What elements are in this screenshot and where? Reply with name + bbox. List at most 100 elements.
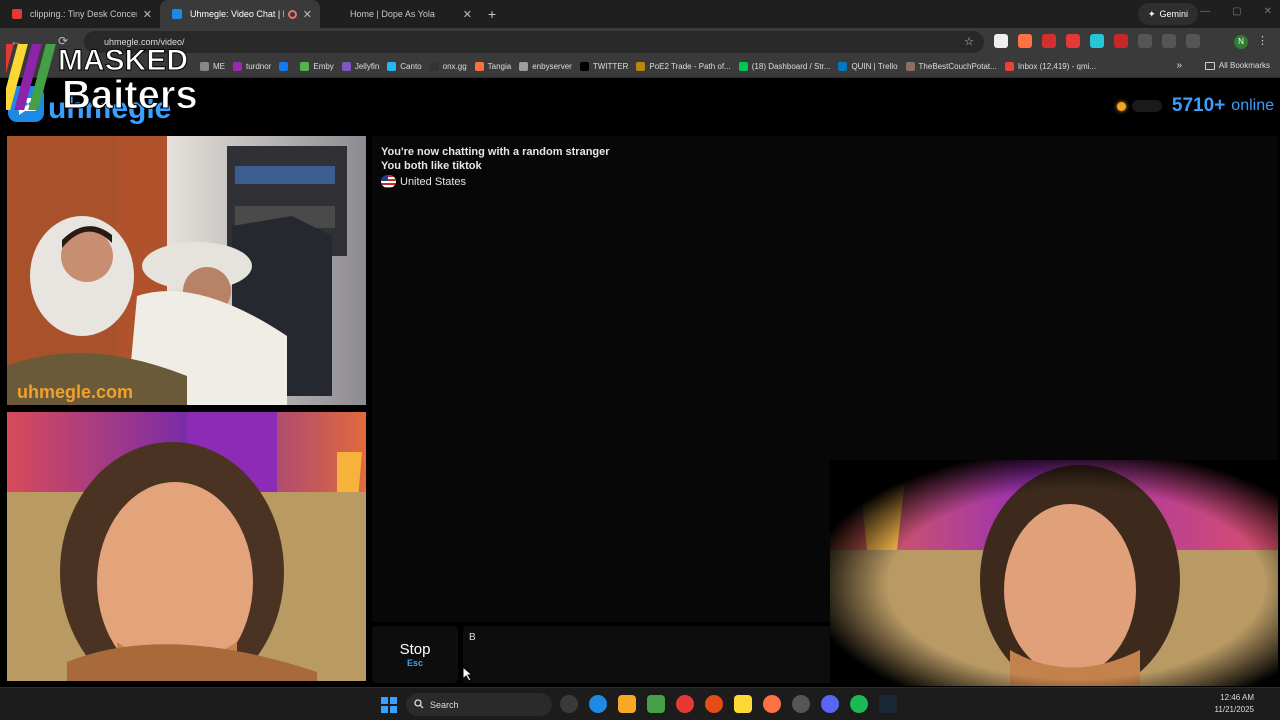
browser-tab[interactable]: clipping.: Tiny Desk Concert - Y ✕ — [0, 0, 160, 28]
all-bookmarks-button[interactable]: All Bookmarks — [1204, 61, 1270, 70]
tab-title: Home | Dope As Yola — [350, 9, 435, 19]
browser-menu-icon[interactable]: ⋮ — [1257, 34, 1268, 47]
close-tab-icon[interactable]: ✕ — [143, 8, 152, 21]
split-view-icon[interactable] — [1162, 34, 1176, 48]
bookmark-star-icon[interactable]: ☆ — [964, 35, 974, 48]
bookmark-item[interactable] — [279, 62, 292, 71]
extension-badge-icon[interactable] — [1042, 34, 1056, 48]
bookmark-favicon-icon — [636, 62, 646, 71]
bookmark-label: QUIN | Trello — [851, 62, 898, 71]
uhmegle-page: uhmegle 5710+ online uhmegle.com You're … — [0, 78, 1280, 687]
media-app-icon[interactable] — [647, 695, 665, 713]
close-tab-icon[interactable]: ✕ — [303, 8, 312, 21]
bookmark-label: Canto — [400, 62, 422, 71]
bookmark-label: Emby — [313, 62, 334, 71]
system-message: You're now chatting with a random strang… — [381, 146, 610, 158]
uhmegle-favicon-icon — [172, 9, 182, 19]
taskbar-search[interactable]: Search — [406, 693, 552, 716]
clock-date: 11/21/2025 — [1214, 705, 1254, 714]
sticky-notes-icon[interactable] — [734, 695, 752, 713]
online-count: 5710+ — [1171, 95, 1226, 116]
masked-baiters-logo: MASKED Baiters — [6, 44, 198, 116]
bookmark-item[interactable]: QUIN | Trello — [838, 62, 898, 71]
baiters-text: Baiters — [62, 73, 198, 116]
bookmark-label: Tangia — [487, 62, 512, 71]
bookmark-label: PoE2 Trade - Path of... — [649, 62, 731, 71]
reading-list-icon[interactable] — [1186, 34, 1200, 48]
us-flag-icon — [381, 175, 396, 188]
extension-youtube-icon[interactable] — [1066, 34, 1080, 48]
bookmark-label: (18) Dashboard / Str... — [751, 62, 831, 71]
extension-k-icon[interactable] — [994, 34, 1008, 48]
file-explorer-icon[interactable] — [618, 695, 636, 713]
webcam-overlay — [830, 460, 1278, 686]
extension-tag-icon[interactable] — [1090, 34, 1104, 48]
minimize-icon[interactable]: — — [1200, 6, 1210, 17]
online-label: online — [1231, 97, 1274, 114]
bookmark-item[interactable]: onx.gg — [429, 62, 467, 71]
taskbar-apps — [560, 695, 897, 713]
bookmark-favicon-icon — [341, 62, 351, 71]
steam-icon[interactable] — [879, 695, 897, 713]
browser-tab[interactable]: Home | Dope As Yola ✕ — [320, 0, 480, 28]
youtube-favicon-icon — [12, 9, 22, 19]
more-bookmarks-button[interactable]: » — [1176, 60, 1182, 71]
clock-time: 12:46 AM — [1220, 693, 1254, 702]
bookmark-label: TWITTER — [592, 62, 629, 71]
extensions-puzzle-icon[interactable] — [1138, 34, 1152, 48]
bookmark-item[interactable]: PoE2 Trade - Path of... — [636, 62, 731, 71]
new-tab-button[interactable]: + — [480, 6, 504, 22]
extension-bug-icon[interactable] — [1018, 34, 1032, 48]
stop-button[interactable]: Stop Esc — [372, 626, 458, 683]
self-video — [7, 412, 366, 681]
bookmark-item[interactable]: TWITTER — [579, 62, 629, 71]
bookmark-favicon-icon — [579, 62, 589, 71]
profile-avatar[interactable]: N — [1234, 35, 1248, 49]
extension-red-icon[interactable] — [1114, 34, 1128, 48]
bookmark-item[interactable]: turdnor — [233, 62, 271, 71]
bookmark-item[interactable]: Tangia — [474, 62, 512, 71]
edge-icon[interactable] — [589, 695, 607, 713]
bookmark-item[interactable]: Canto — [387, 62, 422, 71]
basketball-icon[interactable] — [705, 695, 723, 713]
bookmark-label: enbyserver — [532, 62, 572, 71]
bookmark-item[interactable]: Jellyfin — [341, 62, 379, 71]
bookmark-list: ME turdnor Emby Jellyfin Canto onx.gg Tangia en… — [200, 62, 1096, 71]
folder-icon — [1204, 61, 1215, 70]
bookmark-item[interactable]: TheBestCouchPotat... — [905, 62, 997, 71]
browser-tab-active[interactable]: Uhmegle: Video Chat | Ran ✕ — [160, 0, 320, 28]
sparkle-icon: ✦ — [1147, 8, 1156, 19]
theme-sun-icon[interactable] — [1116, 101, 1126, 111]
windows-start-icon[interactable] — [381, 697, 397, 713]
bookmark-favicon-icon — [738, 62, 748, 71]
close-window-icon[interactable]: ✕ — [1264, 6, 1272, 17]
stranger-video: uhmegle.com — [7, 136, 366, 405]
message-input[interactable]: B — [463, 626, 833, 683]
bookmark-item[interactable]: (18) Dashboard / Str... — [738, 62, 831, 71]
stranger-watermark: uhmegle.com — [17, 382, 133, 402]
bookmark-favicon-icon — [474, 62, 484, 71]
spotify-icon[interactable] — [850, 695, 868, 713]
bookmark-favicon-icon — [429, 62, 439, 71]
bookmark-item[interactable]: Inbox (12,419) - qmi... — [1004, 62, 1096, 71]
app-icon[interactable] — [792, 695, 810, 713]
discord-icon[interactable] — [821, 695, 839, 713]
window-controls: — ▢ ✕ — [1200, 6, 1272, 17]
bookmark-item[interactable]: Emby — [300, 62, 334, 71]
search-icon — [414, 699, 424, 709]
maximize-icon[interactable]: ▢ — [1232, 6, 1241, 17]
bookmark-item[interactable]: enbyserver — [519, 62, 572, 71]
theme-toggle[interactable] — [1131, 100, 1162, 112]
windows-taskbar: Search 12:46 AM 11/21/2025 — [0, 687, 1280, 720]
mouse-cursor-icon — [462, 666, 474, 682]
chrome-icon[interactable] — [676, 695, 694, 713]
system-clock[interactable]: 12:46 AM 11/21/2025 — [1215, 692, 1254, 716]
extensions-bar — [994, 34, 1200, 48]
firefox-icon[interactable] — [763, 695, 781, 713]
search-placeholder: Search — [430, 699, 459, 710]
country-label: United States — [400, 175, 467, 188]
clock-app-icon[interactable] — [560, 695, 578, 713]
close-tab-icon[interactable]: ✕ — [463, 8, 472, 21]
bookmark-favicon-icon — [905, 62, 915, 71]
gemini-button[interactable]: ✦ Gemini — [1137, 3, 1198, 25]
